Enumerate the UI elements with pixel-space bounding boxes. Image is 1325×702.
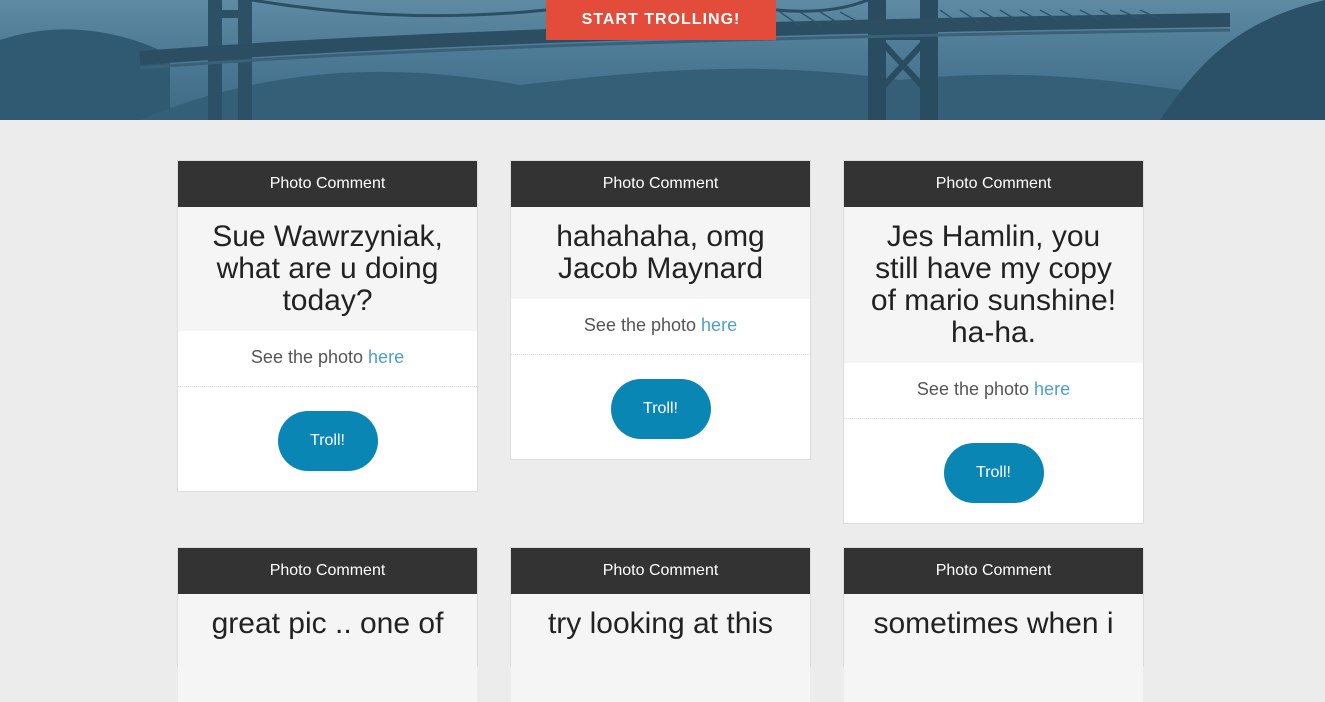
card-header: Photo Comment [178, 161, 477, 207]
photo-link-row: See the photo here [844, 363, 1143, 419]
comment-text: great pic .. one of [178, 594, 477, 702]
link-prefix: See the photo [583, 315, 697, 335]
link-prefix: See the photo [250, 347, 364, 367]
card-action: Troll! [844, 419, 1143, 523]
link-prefix: See the photo [916, 379, 1030, 399]
card-header: Photo Comment [844, 161, 1143, 207]
hero-banner: START TROLLING! [0, 0, 1325, 120]
comment-card: Photo Comment sometimes when i [843, 547, 1144, 702]
photo-link-row: See the photo here [178, 331, 477, 387]
comment-card: Photo Comment Jes Hamlin, you still have… [843, 160, 1144, 524]
comment-text: Sue Wawrzyniak, what are u doing today? [178, 207, 477, 331]
troll-button[interactable]: Troll! [277, 411, 378, 471]
comment-text: hahahaha, omg Jacob Maynard [511, 207, 810, 299]
comment-card: Photo Comment great pic .. one of [177, 547, 478, 702]
card-action: Troll! [178, 387, 477, 491]
card-action: Troll! [511, 355, 810, 459]
troll-button[interactable]: Troll! [943, 443, 1044, 503]
comment-card: Photo Comment try looking at this [510, 547, 811, 702]
comment-text: sometimes when i [844, 594, 1143, 702]
card-header: Photo Comment [511, 548, 810, 594]
comment-card: Photo Comment Sue Wawrzyniak, what are u… [177, 160, 478, 492]
start-trolling-button[interactable]: START TROLLING! [546, 0, 776, 40]
card-header: Photo Comment [511, 161, 810, 207]
photo-link[interactable]: here [368, 347, 404, 367]
comment-text: Jes Hamlin, you still have my copy of ma… [844, 207, 1143, 363]
photo-link[interactable]: here [701, 315, 737, 335]
comment-text: try looking at this [511, 594, 810, 702]
card-header: Photo Comment [178, 548, 477, 594]
comment-card: Photo Comment hahahaha, omg Jacob Maynar… [510, 160, 811, 460]
photo-link[interactable]: here [1034, 379, 1070, 399]
photo-link-row: See the photo here [511, 299, 810, 355]
card-header: Photo Comment [844, 548, 1143, 594]
troll-button[interactable]: Troll! [610, 379, 711, 439]
